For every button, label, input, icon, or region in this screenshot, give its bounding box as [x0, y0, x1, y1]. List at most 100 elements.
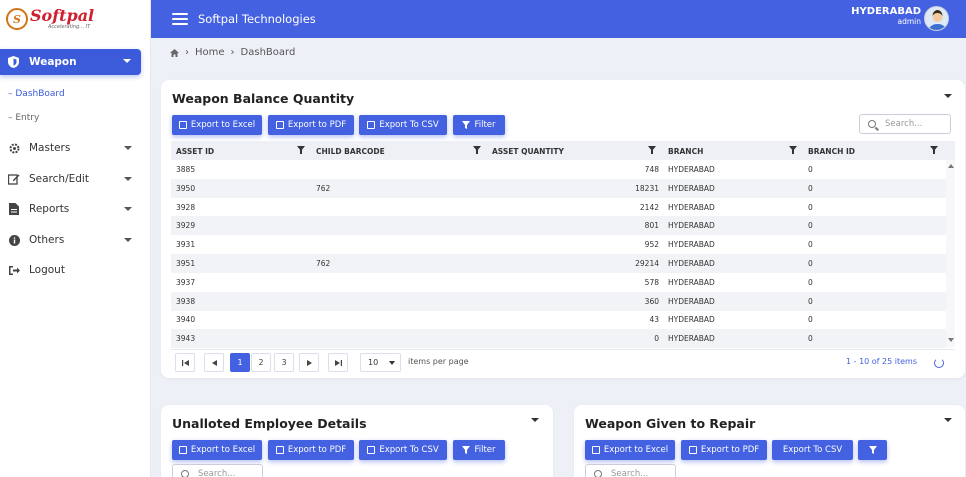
sidebar-item-label: Masters	[29, 142, 71, 154]
next-page-button[interactable]	[299, 353, 319, 372]
search-input[interactable]: Search...	[859, 114, 951, 134]
search-icon	[181, 470, 189, 477]
shield-icon	[8, 56, 19, 68]
sidebar-item-reports[interactable]: Reports	[8, 203, 136, 215]
avatar[interactable]	[924, 6, 949, 31]
table-cell: 3950	[176, 183, 196, 193]
page-size-select[interactable]: 10	[360, 353, 401, 372]
user-role: admin	[897, 17, 922, 26]
user-avatar-icon	[928, 10, 947, 30]
page-button[interactable]: 1	[230, 353, 250, 372]
table-cell: 3931	[176, 240, 196, 250]
column-header[interactable]: CHILD BARCODE	[316, 147, 385, 156]
excel-icon	[178, 121, 187, 129]
table-cell: 3928	[176, 202, 196, 212]
table-cell: HYDERABAD	[668, 259, 715, 268]
export-csv-button[interactable]: Export To CSV	[359, 440, 447, 460]
table-cell: HYDERABAD	[668, 240, 715, 250]
table-cell: 43	[649, 315, 659, 325]
balance-grid: ASSET ID CHILD BARCODE ASSET QUANTITY BR…	[171, 141, 955, 349]
table-cell: 762	[316, 183, 331, 193]
table-cell: 801	[644, 221, 659, 231]
search-input[interactable]: Search...	[585, 464, 676, 477]
export-pdf-button[interactable]: Export to PDF	[681, 440, 767, 460]
table-cell: 748	[644, 165, 659, 174]
items-per-page-label: items per page	[408, 357, 469, 366]
sidebar-subitem-dashboard[interactable]: – DashBoard	[8, 89, 65, 99]
column-filter-icon[interactable]	[297, 146, 305, 154]
sidebar-item-masters[interactable]: Masters	[8, 142, 136, 154]
table-row[interactable]: 3951 762 29214 HYDERABAD 0	[171, 254, 946, 273]
sidebar: S Softpal Accelerating... IT Weapon – Da…	[0, 0, 151, 477]
export-excel-button[interactable]: Export to Excel	[585, 440, 675, 460]
breadcrumb: › Home › DashBoard	[170, 47, 295, 58]
scroll-down-icon[interactable]	[948, 338, 954, 342]
table-row[interactable]: 3885 748 HYDERABAD 0	[171, 160, 946, 179]
excel-icon	[178, 446, 187, 454]
home-icon[interactable]	[170, 48, 179, 57]
filter-button[interactable]: Filter	[453, 115, 505, 135]
sidebar-item-others[interactable]: Others	[8, 234, 136, 246]
column-filter-icon[interactable]	[648, 146, 656, 154]
column-header[interactable]: BRANCH ID	[808, 147, 855, 156]
table-row[interactable]: 3937 578 HYDERABAD 0	[171, 273, 946, 292]
sidebar-item-weapon[interactable]: Weapon	[0, 49, 141, 75]
prev-page-button[interactable]	[204, 353, 224, 372]
user-info[interactable]: HYDERABAD admin	[851, 6, 921, 26]
search-input[interactable]: Search...	[172, 464, 263, 477]
next-page-icon	[306, 359, 312, 366]
table-row[interactable]: 3928 2142 HYDERABAD 0	[171, 198, 946, 217]
table-cell: 0	[808, 259, 813, 268]
breadcrumb-home[interactable]: Home	[195, 47, 225, 58]
export-csv-button[interactable]: Export To CSV	[359, 115, 447, 135]
export-excel-button[interactable]: Export to Excel	[172, 115, 262, 135]
table-cell: 3937	[176, 277, 196, 287]
collapse-chevron-icon[interactable]	[944, 94, 952, 98]
filter-button[interactable]: Filter	[453, 440, 505, 460]
table-cell: HYDERABAD	[668, 334, 715, 344]
column-header[interactable]: BRANCH	[668, 147, 703, 156]
logo[interactable]: S Softpal Accelerating... IT	[0, 0, 150, 38]
pager-info: 1 - 10 of 25 items	[846, 357, 918, 366]
table-row[interactable]: 3943 0 HYDERABAD 0	[171, 329, 946, 349]
sidebar-subitem-entry[interactable]: – Entry	[8, 113, 39, 123]
table-cell: 3885	[176, 165, 196, 174]
table-cell: 0	[808, 202, 813, 212]
column-header[interactable]: ASSET ID	[176, 147, 214, 156]
export-excel-button[interactable]: Export to Excel	[172, 440, 262, 460]
page-button[interactable]: 2	[251, 353, 271, 372]
column-header[interactable]: ASSET QUANTITY	[492, 147, 564, 156]
column-filter-icon[interactable]	[789, 146, 797, 154]
last-page-button[interactable]	[328, 353, 348, 372]
scroll-up-icon[interactable]	[948, 164, 954, 168]
table-cell: HYDERABAD	[668, 315, 715, 325]
table-cell: 3938	[176, 296, 196, 306]
chevron-down-icon	[123, 59, 131, 63]
export-csv-button[interactable]: Export To CSV	[772, 440, 853, 460]
filter-button[interactable]	[858, 440, 887, 460]
table-row[interactable]: 3929 801 HYDERABAD 0	[171, 216, 946, 236]
sidebar-item-search-edit[interactable]: Search/Edit	[8, 173, 136, 185]
refresh-icon[interactable]	[934, 358, 944, 368]
softpal-logo-icon: S	[6, 8, 28, 30]
pdf-icon	[275, 121, 284, 129]
grid-scrollbar[interactable]	[946, 160, 955, 347]
table-row[interactable]: 3940 43 HYDERABAD 0	[171, 310, 946, 329]
page-button[interactable]: 3	[274, 353, 294, 372]
table-row[interactable]: 3950 762 18231 HYDERABAD 0	[171, 178, 946, 198]
hamburger-menu-icon[interactable]	[172, 13, 188, 25]
column-filter-icon[interactable]	[473, 146, 481, 154]
export-pdf-button[interactable]: Export to PDF	[268, 440, 354, 460]
first-page-button[interactable]	[175, 353, 195, 372]
column-filter-icon[interactable]	[930, 146, 938, 154]
table-cell: 3951	[176, 259, 196, 268]
info-icon	[8, 234, 20, 246]
table-row[interactable]: 3938 360 HYDERABAD 0	[171, 291, 946, 311]
sidebar-item-logout[interactable]: Logout	[8, 264, 136, 276]
collapse-chevron-icon[interactable]	[944, 418, 952, 422]
collapse-chevron-icon[interactable]	[531, 418, 539, 422]
export-pdf-button[interactable]: Export to PDF	[268, 115, 354, 135]
table-row[interactable]: 3931 952 HYDERABAD 0	[171, 235, 946, 254]
table-cell: 3943	[176, 334, 196, 344]
first-page-icon	[181, 359, 189, 366]
